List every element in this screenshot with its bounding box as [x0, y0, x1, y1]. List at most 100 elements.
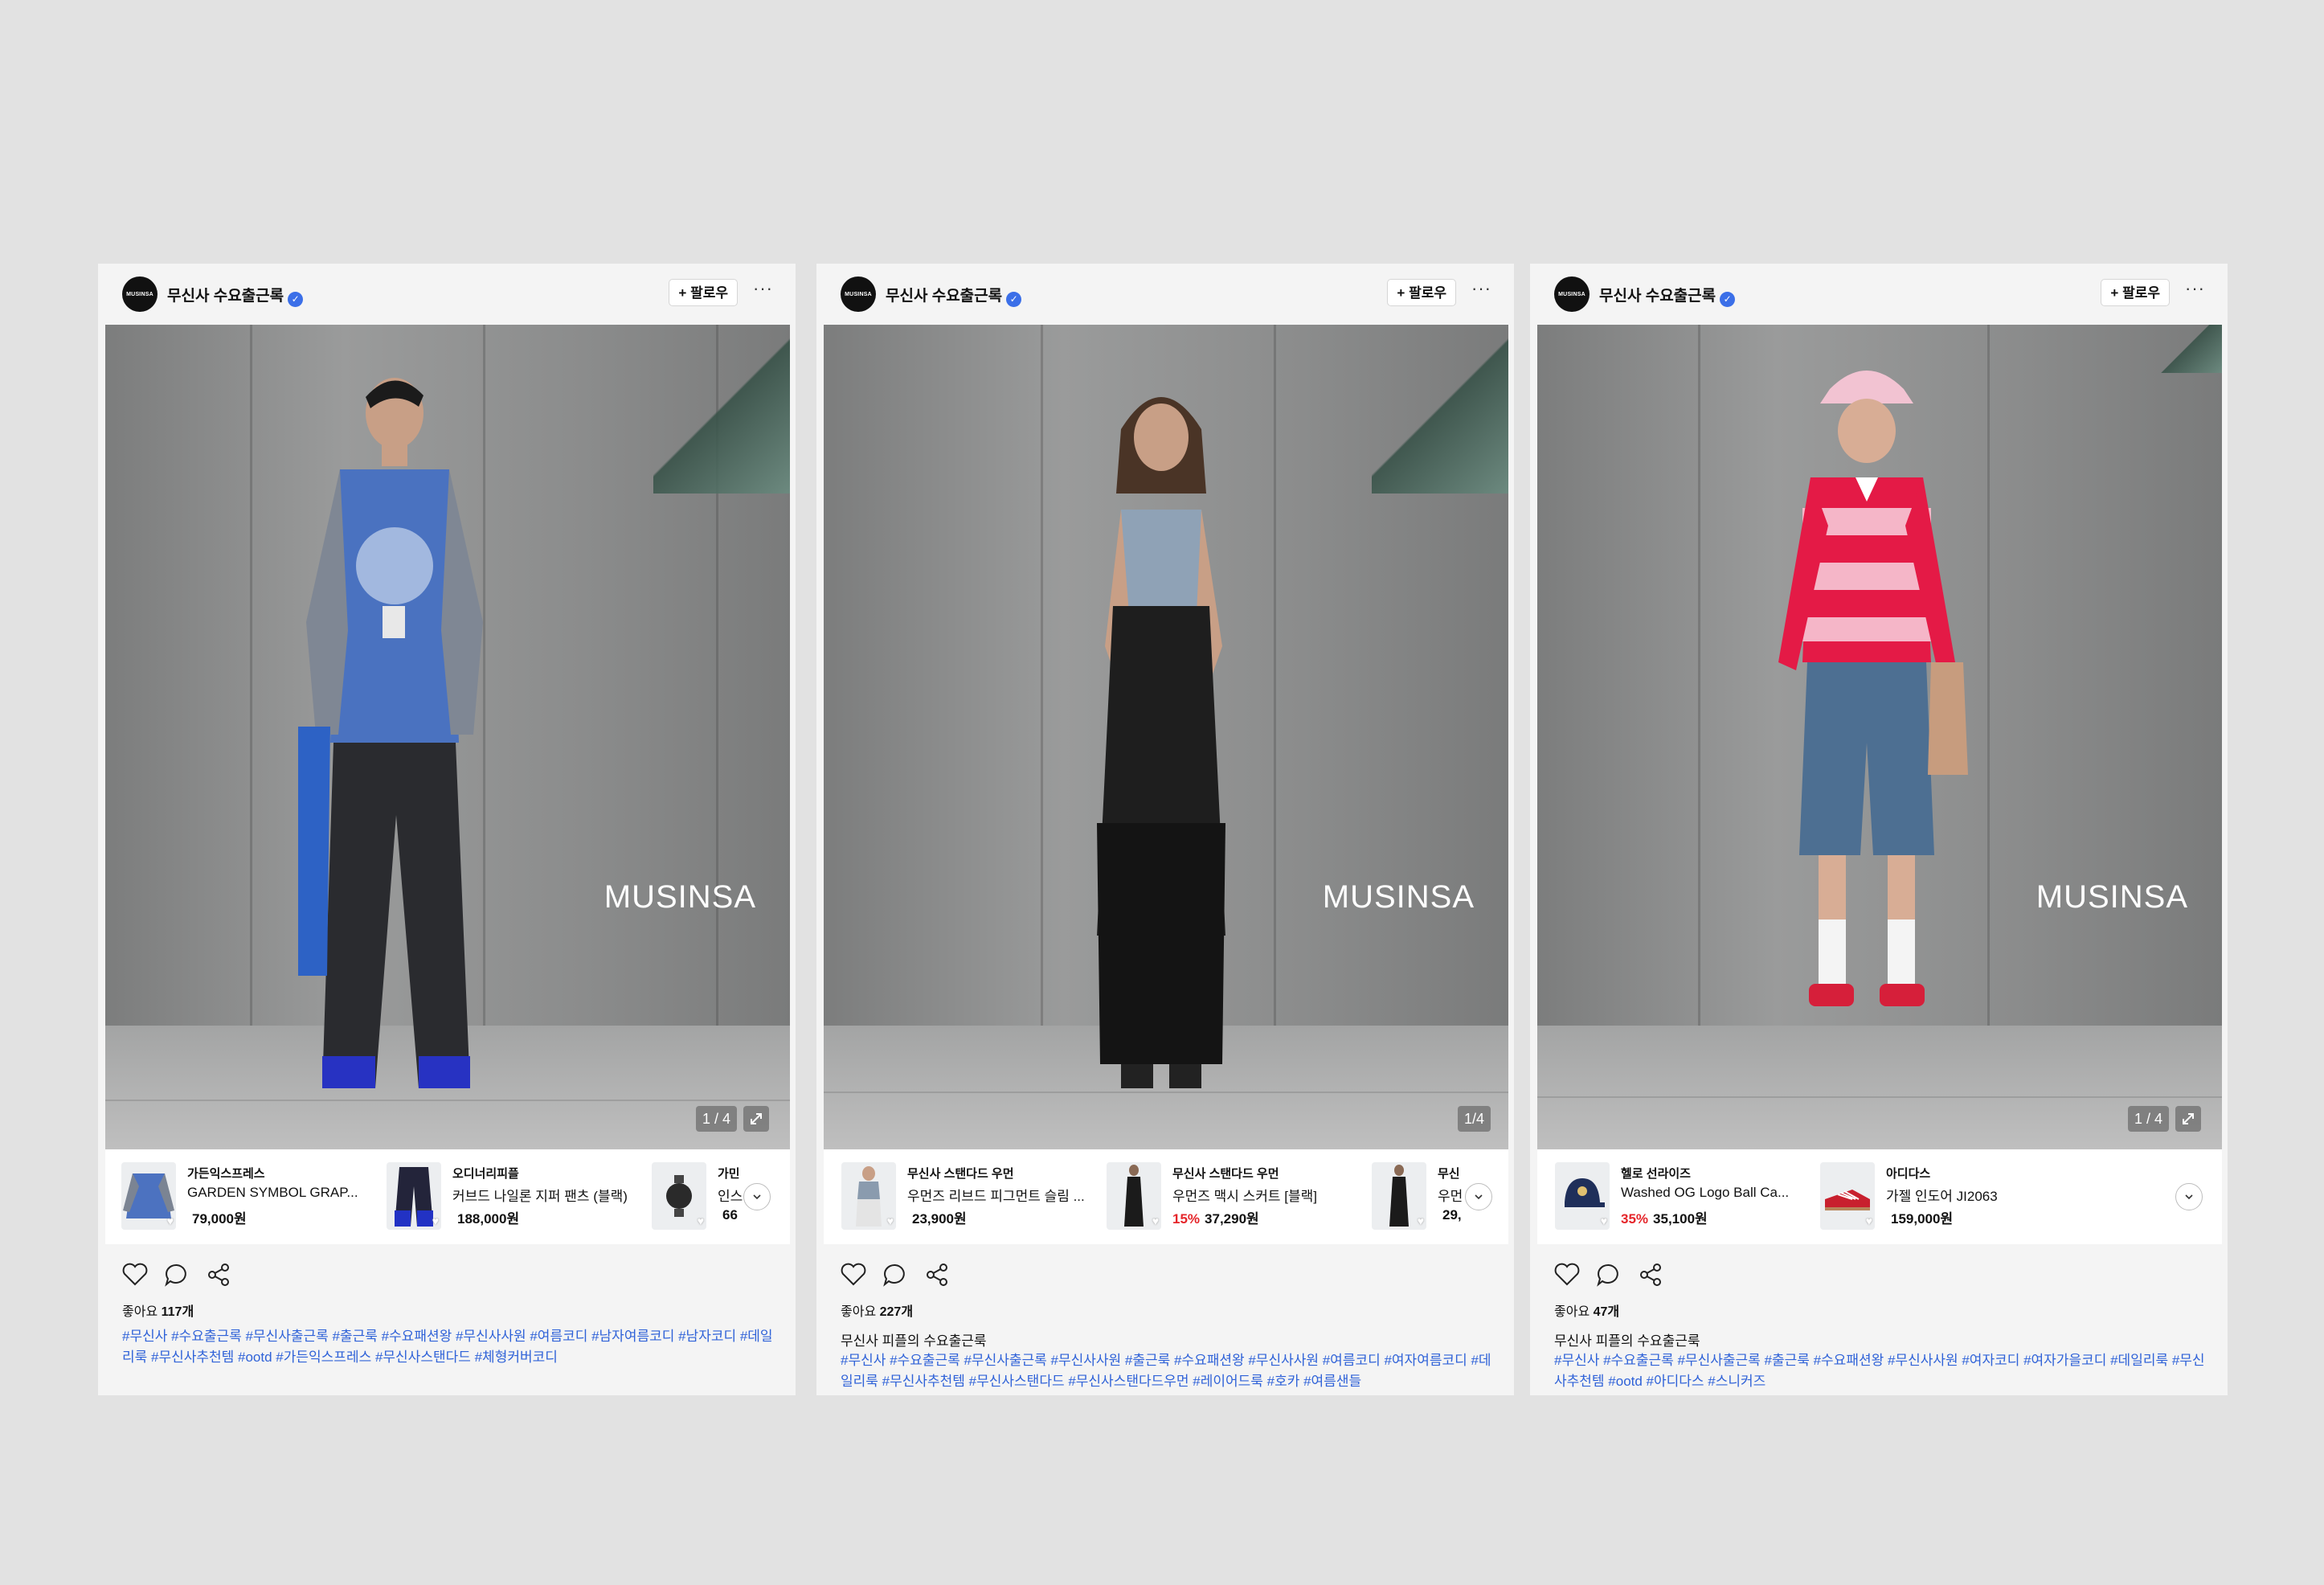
likes-label: 좋아요 [1554, 1305, 1590, 1319]
verified-icon: ✓ [1006, 292, 1022, 307]
feed-post-card: MUSINSA 무신사 수요출근록 ✓ + 팔로우 ··· MUSINSA 1/4 [816, 264, 1514, 1395]
wall-seam [1274, 325, 1276, 1026]
account-name-text[interactable]: 무신사 수요출근록 [886, 288, 1002, 305]
product-item[interactable]: ♥ 무신사 스탠다드 우먼 우먼즈 맥시 스커트 [블랙] 15% 37,290원 [1107, 1162, 1364, 1231]
person-figure [1778, 371, 1968, 1006]
product-brand: 무신사 스탠다드 우먼 [907, 1167, 1014, 1181]
more-options-icon[interactable]: ··· [2185, 278, 2205, 299]
likes-number: 47개 [1593, 1305, 1620, 1319]
share-icon[interactable] [204, 1260, 233, 1289]
heart-icon[interactable]: ♥ [1601, 1214, 1607, 1227]
share-icon[interactable] [1636, 1260, 1665, 1289]
watermark-text: MUSINSA [1322, 879, 1475, 915]
product-price-value: 159,000원 [1891, 1211, 1954, 1227]
more-options-icon[interactable]: ··· [753, 278, 773, 299]
post-image[interactable]: MUSINSA 1 / 4 [105, 325, 790, 1149]
product-item[interactable]: ♥ 가든익스프레스 GARDEN SYMBOL GRAP... 79,000원 [121, 1162, 378, 1231]
product-brand: 가민 [718, 1167, 740, 1181]
account-name[interactable]: 무신사 수요출근록 ✓ [886, 284, 1022, 307]
chevron-down-icon[interactable] [2175, 1183, 2203, 1210]
product-price: 35% 35,100원 [1621, 1207, 1708, 1227]
post-header: MUSINSA 무신사 수요출근록 ✓ + 팔로우 ··· [816, 264, 1514, 325]
account-name-text[interactable]: 무신사 수요출근록 [167, 288, 284, 305]
chevron-down-icon[interactable] [743, 1183, 771, 1210]
hashtags[interactable]: #무신사 #수요출근록 #무신사출근록 #출근룩 #수요패션왕 #무신사사원 #… [1554, 1350, 2205, 1392]
product-discount: 35% [1621, 1211, 1649, 1227]
product-thumbnail[interactable]: ♥ [1820, 1162, 1875, 1230]
image-counter: 1 / 4 [2127, 1106, 2169, 1132]
tagged-products: ♥ 무신사 스탠다드 우먼 우먼즈 리브드 피그먼트 슬림 ... 23,900… [824, 1149, 1508, 1244]
product-item[interactable]: ♥ 헬로 선라이즈 Washed OG Logo Ball Ca... 35% 3… [1555, 1162, 1812, 1231]
product-name: 우먼즈 리브드 피그먼트 슬림 ... [907, 1189, 1085, 1204]
likes-number: 117개 [161, 1305, 194, 1319]
staircase-railing [2150, 325, 2222, 373]
product-price-value: 35,100원 [1653, 1211, 1708, 1227]
product-thumbnail[interactable]: ♥ [841, 1162, 896, 1230]
product-price: 188,000원 [452, 1207, 519, 1227]
follow-button[interactable]: + 팔로우 [669, 279, 738, 306]
follow-button[interactable]: + 팔로우 [1387, 279, 1456, 306]
chevron-down-icon[interactable] [1465, 1183, 1492, 1210]
hashtags[interactable]: #무신사 #수요출근록 #무신사출근록 #출근룩 #수요패션왕 #무신사사원 #… [122, 1326, 773, 1368]
person-figure [1097, 397, 1225, 1088]
product-brand: 가든익스프레스 [187, 1167, 265, 1181]
post-header: MUSINSA 무신사 수요출근록 ✓ + 팔로우 ··· [1530, 264, 2228, 325]
staircase-railing [653, 325, 790, 494]
more-options-icon[interactable]: ··· [1471, 278, 1491, 299]
heart-icon[interactable]: ♥ [698, 1214, 704, 1227]
product-thumbnail[interactable]: ♥ [1372, 1162, 1426, 1230]
product-price: 29, [1438, 1207, 1462, 1223]
product-name: GARDEN SYMBOL GRAP... [187, 1185, 358, 1200]
product-item[interactable]: ♥ 아디다스 가젤 인도어 JI2063 159,000원 [1820, 1162, 2077, 1231]
likes-label: 좋아요 [841, 1305, 877, 1319]
product-price-value: 79,000원 [192, 1211, 247, 1227]
share-icon[interactable] [923, 1260, 951, 1289]
product-item[interactable]: ♥ 무신사 스탠다드 우먼 우먼즈 리브드 피그먼트 슬림 ... 23,900… [841, 1162, 1099, 1231]
product-brand: 헬로 선라이즈 [1621, 1167, 1691, 1181]
image-counter: 1/4 [1457, 1106, 1491, 1132]
post-image[interactable]: MUSINSA 1 / 4 [1537, 325, 2222, 1149]
account-name[interactable]: 무신사 수요출근록 ✓ [1599, 284, 1736, 307]
wall-seam [1698, 325, 1700, 1026]
post-header: MUSINSA 무신사 수요출근록 ✓ + 팔로우 ··· [98, 264, 796, 325]
product-brand: 오디너리피플 [452, 1167, 519, 1181]
product-thumbnail[interactable]: ♥ [1555, 1162, 1610, 1230]
expand-icon[interactable] [743, 1106, 769, 1132]
account-name-text[interactable]: 무신사 수요출근록 [1599, 288, 1716, 305]
likes-count[interactable]: 좋아요 47개 [1554, 1300, 1619, 1320]
heart-icon[interactable]: ♥ [1152, 1214, 1159, 1227]
person-figure [298, 378, 483, 1088]
heart-icon[interactable]: ♥ [887, 1214, 894, 1227]
product-thumbnail[interactable]: ♥ [652, 1162, 706, 1230]
follow-button[interactable]: + 팔로우 [2101, 279, 2170, 306]
comment-icon[interactable] [162, 1260, 191, 1289]
expand-icon[interactable] [2175, 1106, 2201, 1132]
heart-icon[interactable]: ♥ [1418, 1214, 1424, 1227]
heart-icon[interactable]: ♥ [1866, 1214, 1872, 1227]
heart-icon[interactable]: ♥ [432, 1214, 439, 1227]
comment-icon[interactable] [1594, 1260, 1623, 1289]
comment-icon[interactable] [881, 1260, 910, 1289]
product-brand: 무신 [1438, 1167, 1460, 1181]
product-price-value: 66 [722, 1207, 738, 1223]
product-thumbnail[interactable]: ♥ [121, 1162, 176, 1230]
heart-icon[interactable]: ♥ [167, 1214, 174, 1227]
product-name: 가젤 인도어 JI2063 [1886, 1189, 1998, 1204]
likes-count[interactable]: 좋아요 227개 [841, 1300, 913, 1320]
feed-post-card: MUSINSA 무신사 수요출근록 ✓ + 팔로우 ··· MUSINSA 1 … [1530, 264, 2228, 1395]
heart-icon[interactable] [839, 1260, 868, 1289]
product-thumbnail[interactable]: ♥ [387, 1162, 441, 1230]
heart-icon[interactable] [1553, 1260, 1581, 1289]
avatar[interactable]: MUSINSA [122, 276, 158, 312]
avatar[interactable]: MUSINSA [841, 276, 876, 312]
post-caption: 무신사 피플의 수요출근룩 [841, 1333, 987, 1349]
product-item[interactable]: ♥ 오디너리피플 커브드 나일론 지퍼 팬츠 (블랙) 188,000원 [387, 1162, 644, 1231]
hashtags[interactable]: #무신사 #수요출근록 #무신사출근록 #무신사사원 #출근룩 #수요패션왕 #… [841, 1350, 1491, 1392]
likes-count[interactable]: 좋아요 117개 [122, 1300, 194, 1320]
post-image[interactable]: MUSINSA 1/4 [824, 325, 1508, 1149]
account-name[interactable]: 무신사 수요출근록 ✓ [167, 284, 304, 307]
product-thumbnail[interactable]: ♥ [1107, 1162, 1161, 1230]
avatar[interactable]: MUSINSA [1554, 276, 1590, 312]
heart-icon[interactable] [121, 1260, 149, 1289]
product-price: 15% 37,290원 [1172, 1207, 1259, 1227]
